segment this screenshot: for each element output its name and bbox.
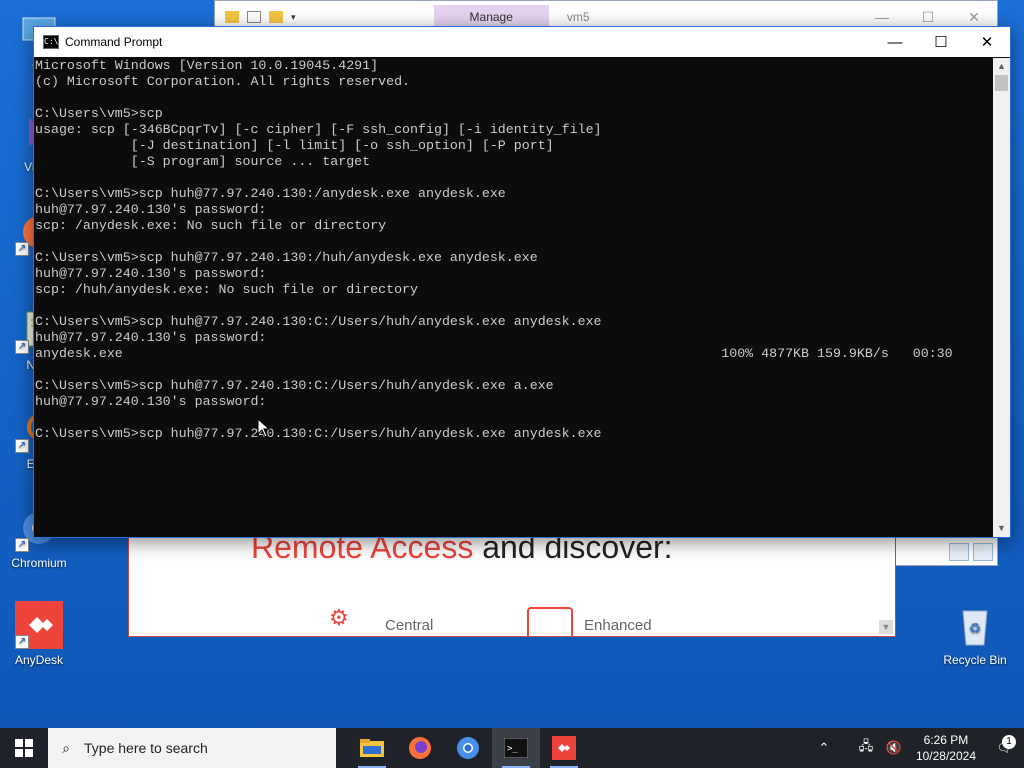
clock-time: 6:26 PM <box>923 733 969 747</box>
notification-badge: 1 <box>1002 735 1016 749</box>
shortcut-arrow-icon: ↗ <box>15 635 29 649</box>
vertical-scrollbar[interactable]: ▲ ▼ <box>993 58 1010 537</box>
start-button[interactable] <box>0 728 48 768</box>
scroll-down-icon[interactable]: ▼ <box>993 520 1010 537</box>
window-title: vm5 <box>566 10 590 24</box>
taskbar: ⌕ Type here to search >_ ⌃ 🖧 🔇 6:26 PM 1… <box>0 728 1024 768</box>
desktop-icon-label: AnyDesk <box>14 653 64 667</box>
anydesk-icon <box>552 736 576 760</box>
terminal-icon: >_ <box>504 738 528 758</box>
scroll-up-icon[interactable]: ▲ <box>993 58 1010 75</box>
desktop-icon-label: Recycle Bin <box>943 653 1007 667</box>
chevron-up-icon[interactable]: ⌃ <box>810 740 838 756</box>
desktop-icon-label: Chromium <box>11 556 67 570</box>
folder-icon <box>225 11 239 23</box>
taskbar-app-file-explorer[interactable] <box>348 728 396 768</box>
shortcut-arrow-icon: ↗ <box>15 538 29 552</box>
console-text: Microsoft Windows [Version 10.0.19045.42… <box>35 58 953 441</box>
minimize-button[interactable]: — <box>859 9 905 26</box>
taskbar-app-anydesk[interactable] <box>540 728 588 768</box>
notification-center-button[interactable]: 🗨 1 <box>984 735 1024 755</box>
minimize-button[interactable]: — <box>872 27 918 57</box>
gears-icon: ⚙ <box>329 605 349 630</box>
taskbar-search-box[interactable]: ⌕ Type here to search <box>48 728 336 768</box>
command-prompt-window[interactable]: C:\ Command Prompt — ☐ ✕ Microsoft Windo… <box>33 26 1011 538</box>
scroll-thumb[interactable] <box>995 75 1008 91</box>
close-button[interactable]: ✕ <box>964 27 1010 57</box>
svg-text:♻: ♻ <box>969 620 982 636</box>
search-placeholder: Type here to search <box>84 740 208 756</box>
folder-icon <box>360 739 384 757</box>
system-tray: ⌃ 🖧 🔇 6:26 PM 10/28/2024 🗨 1 <box>810 728 1024 768</box>
taskbar-app-firefox[interactable] <box>396 728 444 768</box>
firefox-icon <box>409 737 431 759</box>
network-icon[interactable]: 🖧 <box>852 737 880 759</box>
windows-logo-icon <box>15 739 33 757</box>
taskbar-app-command-prompt[interactable]: >_ <box>492 728 540 768</box>
browser-window-icon <box>527 607 573 636</box>
shortcut-arrow-icon: ↗ <box>15 242 29 256</box>
search-icon: ⌕ <box>62 739 70 756</box>
clock[interactable]: 6:26 PM 10/28/2024 <box>908 732 984 764</box>
chevron-down-icon[interactable]: ▾ <box>291 12 296 23</box>
details-view-icon[interactable] <box>949 543 969 561</box>
shortcut-arrow-icon: ↗ <box>15 340 29 354</box>
cmd-title: Command Prompt <box>65 35 163 49</box>
new-folder-icon[interactable] <box>269 11 283 23</box>
clock-date: 10/28/2024 <box>915 749 976 763</box>
feature-enhanced: Enhanced <box>584 617 652 634</box>
scroll-down-button[interactable]: ▼ <box>879 620 893 634</box>
desktop-icon-recycle-bin[interactable]: ♻ Recycle Bin <box>936 601 1014 667</box>
recycle-bin-icon: ♻ <box>951 601 999 649</box>
feature-central: Central <box>385 617 434 634</box>
taskbar-app-chromium[interactable] <box>444 728 492 768</box>
svg-text:>_: >_ <box>507 744 518 754</box>
properties-icon[interactable] <box>247 11 261 23</box>
maximize-button[interactable]: ☐ <box>905 9 951 26</box>
large-icons-view-icon[interactable] <box>973 543 993 561</box>
shortcut-arrow-icon: ↗ <box>15 439 29 453</box>
chromium-icon <box>457 737 479 759</box>
maximize-button[interactable]: ☐ <box>918 27 964 57</box>
desktop-icon-anydesk[interactable]: ↗ AnyDesk <box>0 601 78 667</box>
cmd-titlebar[interactable]: C:\ Command Prompt — ☐ ✕ <box>34 27 1010 57</box>
anydesk-icon: ↗ <box>15 601 63 649</box>
console-output-area[interactable]: Microsoft Windows [Version 10.0.19045.42… <box>34 58 993 537</box>
terminal-icon: C:\ <box>43 35 59 49</box>
close-button[interactable]: ✕ <box>951 9 997 26</box>
volume-muted-icon[interactable]: 🔇 <box>880 740 908 756</box>
